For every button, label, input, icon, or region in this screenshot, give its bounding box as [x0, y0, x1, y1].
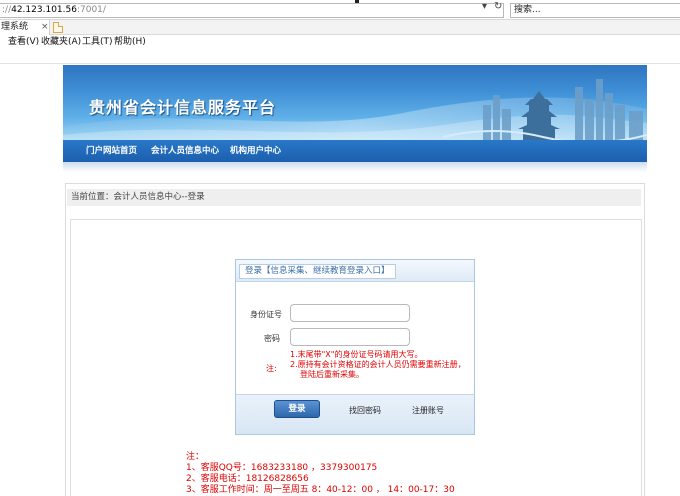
nav-shadow	[63, 162, 647, 172]
address-input[interactable]: ://42.123.101.56:7001/	[0, 3, 504, 18]
tab-close-icon[interactable]: ×	[41, 20, 49, 34]
address-host: 42.123.101.56	[11, 5, 77, 15]
site-banner: 贵州省会计信息服务平台	[63, 65, 647, 140]
register-link[interactable]: 注册账号	[412, 405, 444, 416]
refresh-icon[interactable]: ↻	[494, 0, 502, 13]
login-header: 登录【信息采集、继续教育登录入口】	[236, 260, 474, 282]
login-footer: 登录 找回密码 注册账号	[236, 394, 474, 434]
id-number-label: 身份证号	[250, 310, 282, 319]
address-suffix: :7001/	[76, 5, 106, 15]
menu-tools[interactable]: 工具(T)	[82, 35, 113, 50]
tab-title: 理系统	[1, 22, 29, 32]
nav-org-user-center[interactable]: 机构用户中心	[230, 140, 281, 162]
support-qq: 1、客服QQ号：1683233180 ，3379300175	[186, 463, 378, 473]
menu-favorites[interactable]: 收藏夹(A)	[41, 35, 81, 50]
nav-portal-home[interactable]: 门户网站首页	[86, 140, 137, 162]
support-note-label: 注：	[186, 452, 205, 462]
password-label: 密码	[264, 334, 280, 343]
login-note-line-2: 2.原持有会计资格证的会计人员仍需要重新注册，	[290, 360, 466, 369]
address-bar-row: ://42.123.101.56:7001/ ▾ ↻ 搜索...	[0, 0, 680, 20]
site-title: 贵州省会计信息服务平台	[89, 98, 277, 117]
password-input[interactable]	[290, 328, 410, 346]
login-note-label: 注:	[266, 364, 277, 373]
banner-marker	[355, 0, 359, 3]
address-prefix: ://	[2, 5, 12, 15]
nav-accountant-center[interactable]: 会计人员信息中心	[151, 140, 219, 162]
browser-tab[interactable]: 理系统 ×	[0, 20, 50, 35]
menu-help[interactable]: 帮助(H)	[114, 35, 146, 50]
menu-bar: 查看(V) 收藏夹(A) 工具(T) 帮助(H)	[0, 35, 680, 50]
login-box: 登录【信息采集、继续教育登录入口】 身份证号 密码 注: 1.末尾带"X"的身份…	[235, 259, 475, 435]
support-phone: 2、客服电话：18126828656	[186, 474, 309, 484]
menu-view[interactable]: 查看(V)	[8, 35, 39, 50]
new-tab-icon[interactable]	[53, 22, 63, 33]
support-hours: 3、客服工作时间：周一至周五 8：40-12：00 ， 14：00-17：30	[186, 485, 455, 495]
breadcrumb: 当前位置：会计人员信息中心--登录	[67, 189, 641, 206]
login-note-line-1: 1.末尾带"X"的身份证号码请用大写。	[290, 350, 423, 359]
toolbar-row	[0, 50, 680, 64]
main-nav: 门户网站首页 会计人员信息中心 机构用户中心	[63, 140, 647, 162]
tab-strip: 理系统 ×	[0, 20, 680, 35]
login-title: 登录【信息采集、继续教育登录入口】	[239, 264, 396, 279]
search-dropdown-icon[interactable]: ▾	[482, 0, 487, 13]
id-number-input[interactable]	[290, 304, 410, 322]
login-button[interactable]: 登录	[274, 400, 320, 418]
find-password-link[interactable]: 找回密码	[349, 405, 381, 416]
search-input[interactable]: 搜索...	[510, 3, 680, 18]
login-note-line-3: 登陆后重新采集。	[300, 370, 364, 379]
